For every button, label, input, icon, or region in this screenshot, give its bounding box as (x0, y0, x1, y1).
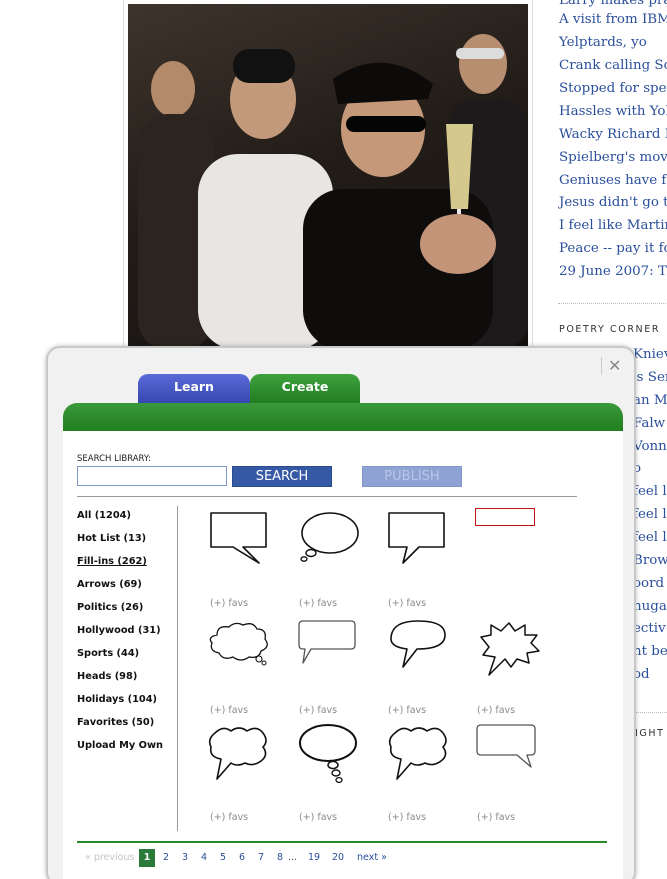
post-link[interactable]: Hassles with Yoko (559, 103, 667, 121)
create-panel: SEARCH LIBRARY: SEARCH PUBLISH All (1204… (63, 431, 623, 879)
tab-learn[interactable]: Learn (138, 374, 250, 405)
search-input[interactable] (77, 466, 227, 486)
poem-link[interactable]: Vonn (633, 438, 667, 456)
thought-bubble-icon[interactable] (299, 511, 363, 575)
post-link[interactable]: Spielberg's movie (559, 149, 667, 167)
post-link[interactable]: 29 June 2007: The (559, 263, 667, 281)
poem-link[interactable]: an M (633, 392, 667, 410)
thought-bubble-icon[interactable] (297, 723, 361, 787)
page-link[interactable]: 4 (201, 852, 207, 863)
add-to-favs-link[interactable]: (+) favs (388, 705, 426, 716)
page-link[interactable]: 2 (163, 852, 169, 863)
add-to-favs-link[interactable]: (+) favs (210, 812, 248, 823)
category-hot-list[interactable]: Hot List (13) (77, 533, 146, 544)
page-link[interactable]: 20 (332, 852, 344, 863)
photo-frame (123, 0, 533, 350)
poem-link[interactable]: ectiv (633, 620, 666, 638)
poem-link[interactable]: feel li (633, 483, 667, 501)
poem-link[interactable]: 's Ser (633, 369, 667, 387)
category-holidays[interactable]: Holidays (104) (77, 694, 157, 705)
bubble-library-widget: ✕ Learn Create SEARCH LIBRARY: SEARCH PU… (46, 346, 636, 879)
add-to-favs-link[interactable]: (+) favs (299, 812, 337, 823)
poem-link[interactable]: Brow (633, 552, 667, 570)
poem-link[interactable]: oord (633, 575, 664, 593)
category-favorites[interactable]: Favorites (50) (77, 717, 154, 728)
tab-create[interactable]: Create (250, 374, 360, 405)
add-to-favs-link[interactable]: (+) favs (210, 705, 248, 716)
page-link[interactable]: 8 (277, 852, 283, 863)
post-link[interactable]: A visit from IBM (559, 11, 667, 29)
add-to-favs-link[interactable]: (+) favs (388, 598, 426, 609)
band-photo (128, 4, 528, 350)
category-hollywood[interactable]: Hollywood (31) (77, 625, 161, 636)
poem-link[interactable]: hugar (633, 598, 667, 616)
category-arrows[interactable]: Arrows (69) (77, 579, 142, 590)
cloud-thought-bubble-icon[interactable] (207, 621, 271, 685)
divider (77, 496, 577, 497)
cloud-speech-bubble-icon[interactable] (387, 725, 451, 789)
poem-link[interactable]: feel li (633, 506, 667, 524)
category-sports[interactable]: Sports (44) (77, 648, 139, 659)
page-ellipsis: ... (288, 852, 298, 863)
starburst-bubble-icon[interactable] (477, 621, 541, 685)
search-button[interactable]: SEARCH (232, 466, 332, 487)
empty-selected-slot[interactable] (475, 508, 535, 526)
divider (177, 506, 178, 831)
post-link[interactable]: Larry makes prank (559, 0, 667, 10)
rounded-speech-bubble-icon[interactable] (475, 723, 539, 787)
sidebar-divider (633, 712, 667, 713)
category-upload-my-own[interactable]: Upload My Own (77, 740, 163, 751)
rect-speech-bubble-icon[interactable] (209, 511, 273, 575)
close-icon: ✕ (608, 356, 622, 375)
post-link[interactable]: Geniuses have feelings (559, 172, 667, 190)
category-fill-ins[interactable]: Fill-ins (262) (77, 556, 147, 567)
previous-page-link: « previous (85, 852, 135, 863)
sidebar-heading: IGHT (635, 728, 665, 739)
add-to-favs-link[interactable]: (+) favs (477, 812, 515, 823)
page-link[interactable]: 3 (182, 852, 188, 863)
post-link[interactable]: Jesus didn't go to (559, 194, 667, 212)
add-to-favs-link[interactable]: (+) favs (388, 812, 426, 823)
sidebar-divider (558, 303, 667, 304)
rounded-speech-bubble-icon[interactable] (297, 619, 361, 683)
speech-bubble-icon[interactable] (387, 619, 451, 683)
post-link[interactable]: Stopped for speeding (559, 80, 667, 98)
poetry-corner-heading: POETRY CORNER (559, 324, 661, 335)
poem-link[interactable]: feel li (633, 529, 667, 547)
category-heads[interactable]: Heads (98) (77, 671, 137, 682)
poem-link[interactable]: Kniev (633, 346, 667, 364)
divider (77, 841, 607, 843)
post-link[interactable]: I feel like Martin Luther (559, 217, 667, 235)
poem-link[interactable]: nt be (633, 643, 667, 661)
page-link[interactable]: 19 (308, 852, 320, 863)
page-link[interactable]: 7 (258, 852, 264, 863)
post-link[interactable]: Crank calling Sculley (559, 57, 667, 75)
cloud-speech-bubble-icon[interactable] (207, 725, 271, 789)
rect-speech-bubble-icon[interactable] (387, 511, 451, 575)
category-politics[interactable]: Politics (26) (77, 602, 143, 613)
add-to-favs-link[interactable]: (+) favs (299, 598, 337, 609)
page-link[interactable]: 6 (239, 852, 245, 863)
pagination: « previous 1 2 3 4 5 6 7 8 ... 19 20 nex… (77, 849, 607, 867)
post-link[interactable]: Yelptards, yo (559, 34, 647, 52)
poem-link[interactable]: Falw (633, 415, 665, 433)
page-link[interactable]: 5 (220, 852, 226, 863)
current-page: 1 (139, 849, 155, 867)
search-label: SEARCH LIBRARY: (77, 454, 151, 464)
post-link[interactable]: Wacky Richard Branson (559, 126, 667, 144)
add-to-favs-link[interactable]: (+) favs (210, 598, 248, 609)
next-page-link[interactable]: next » (357, 852, 387, 863)
category-all[interactable]: All (1204) (77, 510, 131, 521)
add-to-favs-link[interactable]: (+) favs (477, 705, 515, 716)
add-to-favs-link[interactable]: (+) favs (299, 705, 337, 716)
close-button[interactable]: ✕ (601, 357, 623, 375)
publish-button: PUBLISH (362, 466, 462, 487)
post-link[interactable]: Peace -- pay it forward (559, 240, 667, 258)
